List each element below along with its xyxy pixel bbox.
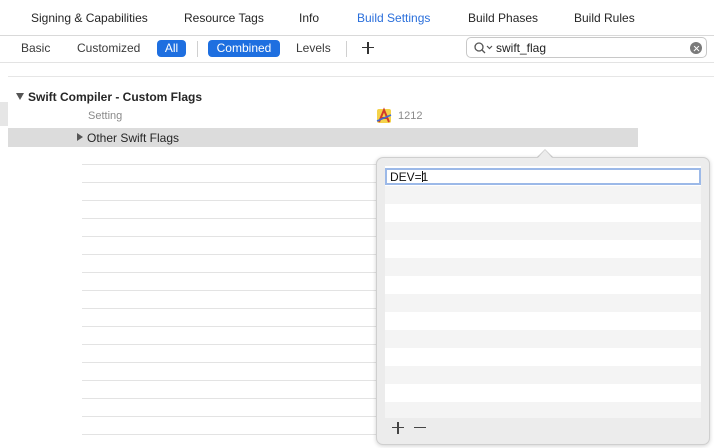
row-separator <box>82 164 386 165</box>
add-flag-button[interactable] <box>391 421 405 435</box>
list-row-stripe <box>385 366 701 384</box>
row-separator <box>82 362 386 363</box>
clear-search-icon[interactable] <box>690 42 702 54</box>
add-setting-button[interactable] <box>360 39 376 57</box>
tab-build-phases[interactable]: Build Phases <box>468 11 538 25</box>
flag-value-input[interactable] <box>385 168 701 185</box>
setting-row-other-swift-flags[interactable]: Other Swift Flags <box>8 128 638 147</box>
row-separator <box>82 254 386 255</box>
row-separator <box>82 290 386 291</box>
flags-editor-popover <box>376 157 710 445</box>
row-separator <box>82 182 386 183</box>
row-separator <box>82 398 386 399</box>
row-gutter <box>0 102 8 126</box>
filter-levels-button[interactable]: Levels <box>290 40 337 57</box>
setting-row-label: Other Swift Flags <box>87 131 180 145</box>
filter-basic-button[interactable]: Basic <box>15 40 56 57</box>
search-input[interactable]: swift_flag <box>496 41 546 55</box>
editor-tab-bar: Signing & Capabilities Resource Tags Inf… <box>0 0 714 36</box>
tab-signing-capabilities[interactable]: Signing & Capabilities <box>31 11 148 25</box>
app-target-icon <box>376 107 392 123</box>
list-row-stripe <box>385 186 701 204</box>
row-separator <box>82 272 386 273</box>
disclosure-triangle-right-icon[interactable] <box>77 133 83 141</box>
row-separator <box>82 380 386 381</box>
filter-all-button[interactable]: All <box>157 40 186 57</box>
list-row-stripe <box>385 330 701 348</box>
disclosure-triangle-down-icon[interactable] <box>16 93 24 100</box>
section-header-swift-compiler-custom-flags[interactable]: Swift Compiler - Custom Flags <box>16 90 202 104</box>
list-row-stripe <box>385 294 701 312</box>
filter-customized-button[interactable]: Customized <box>71 40 146 57</box>
row-separator <box>82 308 386 309</box>
tab-info[interactable]: Info <box>299 11 319 25</box>
search-field[interactable]: swift_flag <box>466 37 707 58</box>
row-separator <box>82 434 386 435</box>
list-row-stripe <box>385 402 701 418</box>
row-separator <box>82 416 386 417</box>
tab-build-settings[interactable]: Build Settings <box>357 11 430 25</box>
filter-divider <box>346 41 347 57</box>
row-separator <box>82 326 386 327</box>
text-caret <box>422 171 423 182</box>
tab-build-rules[interactable]: Build Rules <box>574 11 635 25</box>
row-separator <box>82 218 386 219</box>
column-header-setting: Setting <box>88 110 123 122</box>
list-row-stripe <box>385 258 701 276</box>
row-separator <box>82 236 386 237</box>
divider <box>8 76 714 77</box>
tab-resource-tags[interactable]: Resource Tags <box>184 11 264 25</box>
row-separator <box>82 344 386 345</box>
filter-combined-button[interactable]: Combined <box>208 40 280 57</box>
flags-list[interactable] <box>385 166 701 418</box>
row-separator <box>82 200 386 201</box>
column-header-target: 1212 <box>398 110 423 122</box>
section-title: Swift Compiler - Custom Flags <box>28 90 203 104</box>
list-row-stripe <box>385 222 701 240</box>
remove-flag-button[interactable] <box>413 421 427 435</box>
search-icon <box>474 42 493 54</box>
filter-divider <box>197 41 198 57</box>
popover-arrow-fill <box>537 150 553 159</box>
